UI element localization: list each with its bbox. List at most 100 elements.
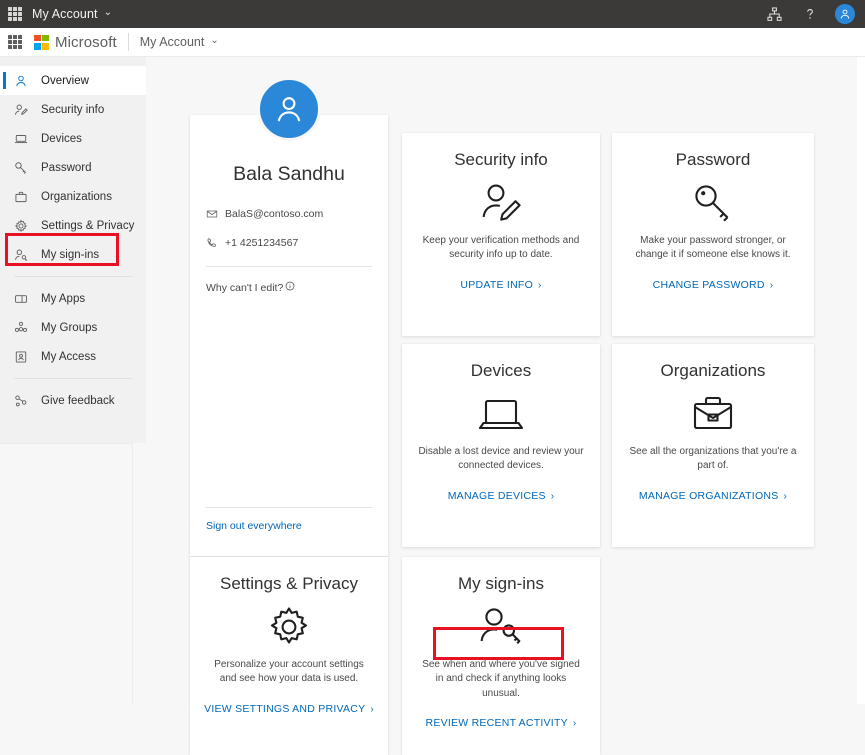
organizations-card: Organizations See all the organizations … xyxy=(612,344,814,547)
main-content: Bala Sandhu BalaS@contoso.com +1 42512 xyxy=(146,57,865,704)
card-title: Organizations xyxy=(612,362,814,381)
gear-icon xyxy=(190,598,388,656)
sign-out-everywhere-link[interactable]: Sign out everywhere xyxy=(190,520,388,532)
person-key-icon xyxy=(14,247,32,263)
suite-divider xyxy=(128,33,129,51)
avatar[interactable] xyxy=(257,77,321,141)
microsoft-suite-bar: Microsoft My Account ⌄ xyxy=(0,28,865,57)
person-icon xyxy=(14,73,32,89)
sidebar-item-my-sign-ins[interactable]: My sign-ins xyxy=(0,240,146,269)
settings-privacy-card: Settings & Privacy Personalize your acco… xyxy=(190,557,388,755)
chevron-right-icon: › xyxy=(551,491,555,502)
gear-icon xyxy=(14,218,32,234)
microsoft-wordmark: Microsoft xyxy=(55,34,117,51)
info-circle-icon xyxy=(285,281,295,294)
sidebar-divider xyxy=(14,378,132,379)
person-edit-icon xyxy=(14,102,32,118)
sidebar-item-security-info[interactable]: Security info xyxy=(0,95,146,124)
my-sign-ins-tile: My sign-ins See when and where you've si… xyxy=(402,557,600,731)
apps-window-icon xyxy=(14,291,32,307)
sidebar-item-label: Settings & Privacy xyxy=(41,220,134,232)
microsoft-logo[interactable]: Microsoft xyxy=(34,34,117,51)
browser-bar-actions xyxy=(763,0,865,28)
review-recent-activity-link[interactable]: REVIEW RECENT ACTIVITY› xyxy=(425,717,576,729)
change-password-label: CHANGE PASSWORD xyxy=(653,279,765,291)
password-card: Password Make your password stronger, or… xyxy=(612,133,814,336)
person-key-icon xyxy=(402,598,600,656)
chevron-right-icon: › xyxy=(370,704,374,715)
card-description: Personalize your account settings and se… xyxy=(206,658,372,687)
feedback-nodes-icon xyxy=(14,393,32,409)
profile-card-footer: Sign out everywhere xyxy=(190,507,388,532)
manage-organizations-label: MANAGE ORGANIZATIONS xyxy=(639,490,779,502)
security-info-card: Security info Keep your verification met… xyxy=(402,133,600,336)
sidebar-item-label: Give feedback xyxy=(41,395,115,407)
profile-email-row: BalaS@contoso.com xyxy=(206,208,372,220)
profile-phone-row: +1 4251234567 xyxy=(206,237,372,249)
sidebar-lower-panel xyxy=(0,443,133,704)
sidebar-item-label: Overview xyxy=(41,75,89,87)
view-settings-privacy-link[interactable]: VIEW SETTINGS AND PRIVACY › xyxy=(204,703,374,715)
chevron-right-icon: › xyxy=(783,491,787,502)
card-description: See all the organizations that you're a … xyxy=(620,445,806,474)
sidebar-item-label: Organizations xyxy=(41,191,112,203)
card-description: Make your password stronger, or change i… xyxy=(628,234,798,263)
chevron-right-icon: › xyxy=(538,280,542,291)
why-cant-i-edit-label: Why can't I edit? xyxy=(206,282,283,294)
card-description: Disable a lost device and review your co… xyxy=(418,445,584,474)
update-info-link[interactable]: UPDATE INFO › xyxy=(460,279,541,291)
browser-account-title: My Account xyxy=(32,7,98,21)
access-badge-icon xyxy=(14,349,32,365)
card-title: Devices xyxy=(402,362,600,381)
devices-card: Devices Disable a lost device and review… xyxy=(402,344,600,547)
sidebar-item-my-groups[interactable]: My Groups xyxy=(0,313,146,342)
card-title: Password xyxy=(612,151,814,170)
devices-tile: Devices Disable a lost device and review… xyxy=(402,344,600,504)
help-question-icon[interactable] xyxy=(799,3,821,25)
sidebar-item-label: My Apps xyxy=(41,293,85,305)
profile-name: Bala Sandhu xyxy=(190,163,388,186)
why-cant-i-edit-link[interactable]: Why can't I edit? xyxy=(190,267,388,294)
sidebar-item-label: My Groups xyxy=(41,322,97,334)
sidebar-item-devices[interactable]: Devices xyxy=(0,124,146,153)
org-hierarchy-icon[interactable] xyxy=(763,3,785,25)
sidebar-item-give-feedback[interactable]: Give feedback xyxy=(0,386,146,415)
change-password-link[interactable]: CHANGE PASSWORD › xyxy=(653,279,774,291)
view-settings-privacy-label: VIEW SETTINGS AND PRIVACY xyxy=(204,703,365,715)
profile-fields: BalaS@contoso.com +1 4251234567 xyxy=(190,208,388,249)
vertical-scrollbar[interactable] xyxy=(857,57,865,704)
sidebar-item-organizations[interactable]: Organizations xyxy=(0,182,146,211)
sidebar-item-password[interactable]: Password xyxy=(0,153,146,182)
sidebar-item-my-access[interactable]: My Access xyxy=(0,342,146,371)
key-icon xyxy=(612,174,814,232)
groups-people-icon xyxy=(14,320,32,336)
sidebar-item-label: My sign-ins xyxy=(41,249,99,261)
card-description: Keep your verification methods and secur… xyxy=(418,234,584,263)
my-sign-ins-card: My sign-ins See when and where you've si… xyxy=(402,557,600,755)
review-recent-activity-label: REVIEW RECENT ACTIVITY xyxy=(425,717,567,729)
manage-devices-link[interactable]: MANAGE DEVICES› xyxy=(448,490,555,502)
sidebar-item-settings-privacy[interactable]: Settings & Privacy xyxy=(0,211,146,240)
phone-icon xyxy=(206,237,225,249)
sidebar-item-overview[interactable]: Overview xyxy=(0,66,146,95)
avatar[interactable] xyxy=(835,4,855,24)
waffle-grid-icon[interactable] xyxy=(8,7,22,21)
update-info-label: UPDATE INFO xyxy=(460,279,533,291)
chevron-down-icon[interactable]: ⌄ xyxy=(104,8,112,18)
waffle-grid-icon[interactable] xyxy=(8,35,22,49)
organizations-tile: Organizations See all the organizations … xyxy=(612,344,814,504)
sidebar-item-label: My Access xyxy=(41,351,96,363)
sidebar-divider xyxy=(14,276,132,277)
suite-app-name[interactable]: My Account xyxy=(140,35,205,49)
sidebar-item-my-apps[interactable]: My Apps xyxy=(0,284,146,313)
card-title: Security info xyxy=(402,151,600,170)
laptop-icon xyxy=(402,385,600,443)
chevron-right-icon: › xyxy=(770,280,774,291)
profile-email: BalaS@contoso.com xyxy=(225,208,323,220)
manage-organizations-link[interactable]: MANAGE ORGANIZATIONS › xyxy=(639,490,787,502)
security-info-tile: Security info Keep your verification met… xyxy=(402,133,600,293)
profile-card: Bala Sandhu BalaS@contoso.com +1 42512 xyxy=(190,115,388,556)
laptop-icon xyxy=(14,131,32,147)
microsoft-squares-icon xyxy=(34,35,49,50)
chevron-down-icon[interactable]: ⌄ xyxy=(210,36,218,46)
